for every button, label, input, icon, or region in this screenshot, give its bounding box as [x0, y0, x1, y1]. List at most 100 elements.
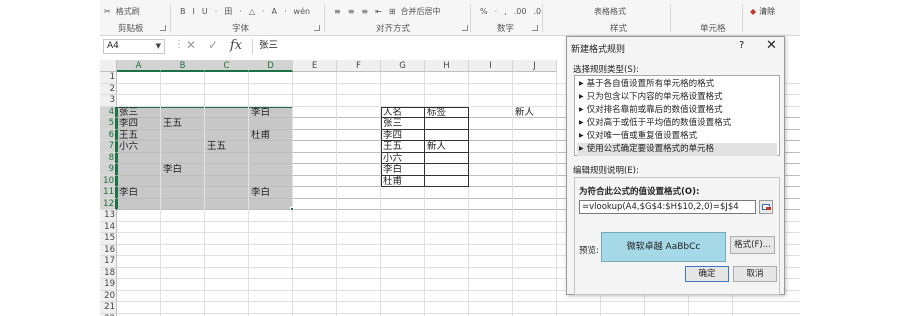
rule-type-item[interactable]: ▶ 仅对唯一值或重复值设置格式	[577, 130, 777, 143]
row-header[interactable]: 12	[100, 198, 117, 210]
row-header[interactable]: 3	[100, 95, 117, 107]
font-tool-button[interactable]: ·	[237, 7, 244, 16]
rule-type-item[interactable]: ▶ 仅对高于或低于平均值的数值设置格式	[577, 117, 777, 130]
row-header[interactable]: 4	[100, 106, 117, 118]
rule-type-item[interactable]: ▶ 仅对排名靠前或靠后的数值设置格式	[577, 104, 777, 117]
cell-g4[interactable]: 人名	[382, 107, 424, 119]
row-header[interactable]: 21	[100, 302, 117, 314]
cell-g9[interactable]: 李白	[382, 164, 424, 176]
font-tool-button[interactable]: U	[200, 7, 210, 16]
format-button[interactable]: 格式(F)...	[730, 236, 775, 254]
name-box[interactable]: A4 ▼	[103, 39, 165, 54]
font-tool-button[interactable]: ·	[260, 7, 267, 16]
clear-button[interactable]: 清除	[759, 6, 775, 17]
row-header[interactable]: 5	[100, 118, 117, 130]
cell-c7[interactable]: 王五	[206, 141, 248, 153]
row-header[interactable]: 20	[100, 290, 117, 302]
column-header[interactable]: E	[293, 60, 337, 72]
column-header[interactable]: B	[161, 60, 205, 72]
font-launcher-icon[interactable]	[314, 25, 320, 31]
number-format-button[interactable]: ·	[493, 7, 500, 16]
column-header[interactable]: A	[117, 60, 161, 72]
font-tool-button[interactable]: ·	[282, 7, 289, 16]
font-tool-button[interactable]: ·	[213, 7, 220, 16]
font-tool-button[interactable]: B	[178, 7, 188, 16]
row-header[interactable]: 6	[100, 129, 117, 141]
cell-a11[interactable]: 李白	[118, 187, 160, 199]
row-header[interactable]: 8	[100, 152, 117, 164]
cell-g8[interactable]: 小六	[382, 153, 424, 165]
rule-type-item[interactable]: ▶ 只为包含以下内容的单元格设置格式	[577, 91, 777, 104]
cell-d4[interactable]: 李白	[250, 107, 292, 119]
cell-h4[interactable]: 标签	[426, 107, 468, 119]
number-format-button[interactable]: .00	[512, 7, 529, 16]
row-header[interactable]: 16	[100, 244, 117, 256]
number-format-button[interactable]: ,	[502, 7, 509, 16]
chevron-down-icon[interactable]: ▼	[156, 40, 161, 53]
cell-a7[interactable]: 小六	[118, 141, 160, 153]
row-header[interactable]: 1	[100, 72, 117, 84]
format-painter-button[interactable]: 格式刷	[116, 6, 140, 17]
cell-g6[interactable]: 李四	[382, 130, 424, 142]
cell-a4[interactable]: 张三	[118, 107, 160, 119]
range-collapse-button[interactable]	[759, 200, 773, 214]
cancel-button[interactable]: 取消	[733, 266, 777, 282]
row-header[interactable]: 11	[100, 187, 117, 199]
row-header[interactable]: 18	[100, 267, 117, 279]
close-icon[interactable]: ✕	[766, 38, 777, 53]
row-header[interactable]: 10	[100, 175, 117, 187]
rule-type-item[interactable]: ▶ 使用公式确定要设置格式的单元格	[577, 143, 777, 156]
format-painter-icon[interactable]: ✂	[102, 7, 113, 16]
row-header[interactable]: 19	[100, 279, 117, 291]
cell-g10[interactable]: 杜甫	[382, 176, 424, 188]
font-tool-button[interactable]: A	[270, 7, 279, 16]
cell-g7[interactable]: 王五	[382, 141, 424, 153]
row-header[interactable]: 7	[100, 141, 117, 153]
column-header[interactable]: F	[337, 60, 381, 72]
row-header[interactable]: 14	[100, 221, 117, 233]
row-header[interactable]: 2	[100, 83, 117, 95]
rule-type-item[interactable]: ▶ 基于各自值设置所有单元格的格式	[577, 78, 777, 91]
rule-type-list[interactable]: ▶ 基于各自值设置所有单元格的格式 ▶ 只为包含以下内容的单元格设置格式 ▶ 仅对排名靠前…	[574, 75, 780, 156]
merge-center-icon[interactable]: ⊞	[387, 7, 398, 16]
cell-h7[interactable]: 新人	[426, 141, 468, 153]
align-right-icon[interactable]: ≡	[359, 7, 370, 16]
cell-b5[interactable]: 王五	[162, 118, 204, 130]
cell-a6[interactable]: 王五	[118, 130, 160, 142]
row-header[interactable]: 9	[100, 164, 117, 176]
row-header[interactable]: 17	[100, 256, 117, 268]
font-tool-button[interactable]: wén	[292, 7, 313, 16]
number-format-button[interactable]: %	[478, 7, 490, 16]
number-launcher-icon[interactable]	[532, 25, 538, 31]
row-header[interactable]: 13	[100, 210, 117, 222]
column-header[interactable]: G	[381, 60, 425, 72]
column-header[interactable]: C	[205, 60, 249, 72]
fill-handle[interactable]	[290, 207, 294, 211]
indent-icon[interactable]: ⇤	[373, 7, 384, 16]
row-header[interactable]: 15	[100, 233, 117, 245]
eraser-icon[interactable]: ◆	[750, 7, 756, 16]
cell-g5[interactable]: 张三	[382, 118, 424, 130]
rule-formula-input[interactable]: =vlookup(A4,$G$4:$H$10,2,0)=$J$4	[579, 200, 756, 214]
help-icon[interactable]: ?	[739, 40, 744, 51]
ok-button[interactable]: 确定	[685, 266, 729, 282]
cell-d11[interactable]: 李白	[250, 187, 292, 199]
merge-center-button[interactable]: 合并后居中	[401, 6, 441, 17]
cell-a5[interactable]: 李四	[118, 118, 160, 130]
cell-j4[interactable]: 新人	[514, 107, 556, 119]
cancel-icon[interactable]: ✕	[186, 38, 196, 52]
font-tool-button[interactable]: △	[247, 7, 257, 16]
cell-b9[interactable]: 李白	[162, 164, 204, 176]
insert-function-icon[interactable]: fx	[230, 38, 242, 53]
font-tool-button[interactable]: 田	[222, 6, 234, 17]
column-header[interactable]: I	[469, 60, 513, 72]
column-header[interactable]: D	[249, 60, 293, 72]
table-format-button[interactable]: 表格格式	[594, 6, 626, 17]
alignment-launcher-icon[interactable]	[462, 25, 468, 31]
font-tool-button[interactable]: I	[191, 7, 197, 16]
align-left-icon[interactable]: ≡	[332, 7, 343, 16]
clipboard-launcher-icon[interactable]	[160, 25, 166, 31]
select-all-corner[interactable]	[100, 60, 117, 72]
align-center-icon[interactable]: ≡	[346, 7, 357, 16]
column-header[interactable]: H	[425, 60, 469, 72]
